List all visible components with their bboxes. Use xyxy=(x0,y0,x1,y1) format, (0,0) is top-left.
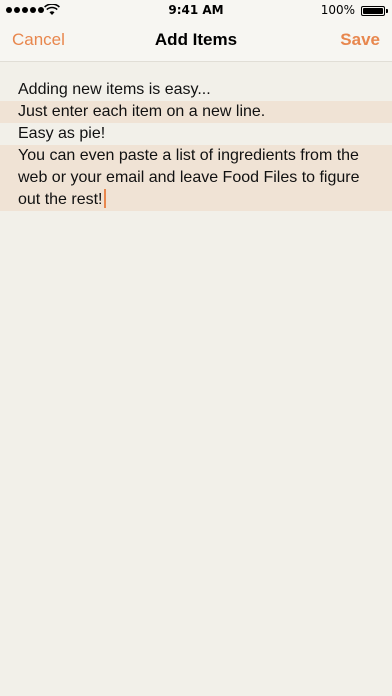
battery-cap xyxy=(386,9,388,13)
editor-line: Just enter each item on a new line. xyxy=(0,101,392,123)
battery-percent: 100% xyxy=(320,3,355,17)
text-cursor xyxy=(103,189,106,208)
editor-line-text: You can even paste a list of ingredients… xyxy=(18,147,360,208)
save-button[interactable]: Save xyxy=(340,30,380,50)
items-text-editor[interactable]: Adding new items is easy... Just enter e… xyxy=(0,79,392,211)
navigation-bar: Cancel Add Items Save xyxy=(0,22,392,62)
status-bar: 9:41 AM 100% xyxy=(0,0,392,22)
editor-line: Adding new items is easy... xyxy=(18,81,211,98)
editor-line: Easy as pie! xyxy=(18,125,106,142)
page-title: Add Items xyxy=(154,30,238,49)
battery-icon xyxy=(361,6,385,16)
editor-line-last: You can even paste a list of ingredients… xyxy=(0,145,392,211)
